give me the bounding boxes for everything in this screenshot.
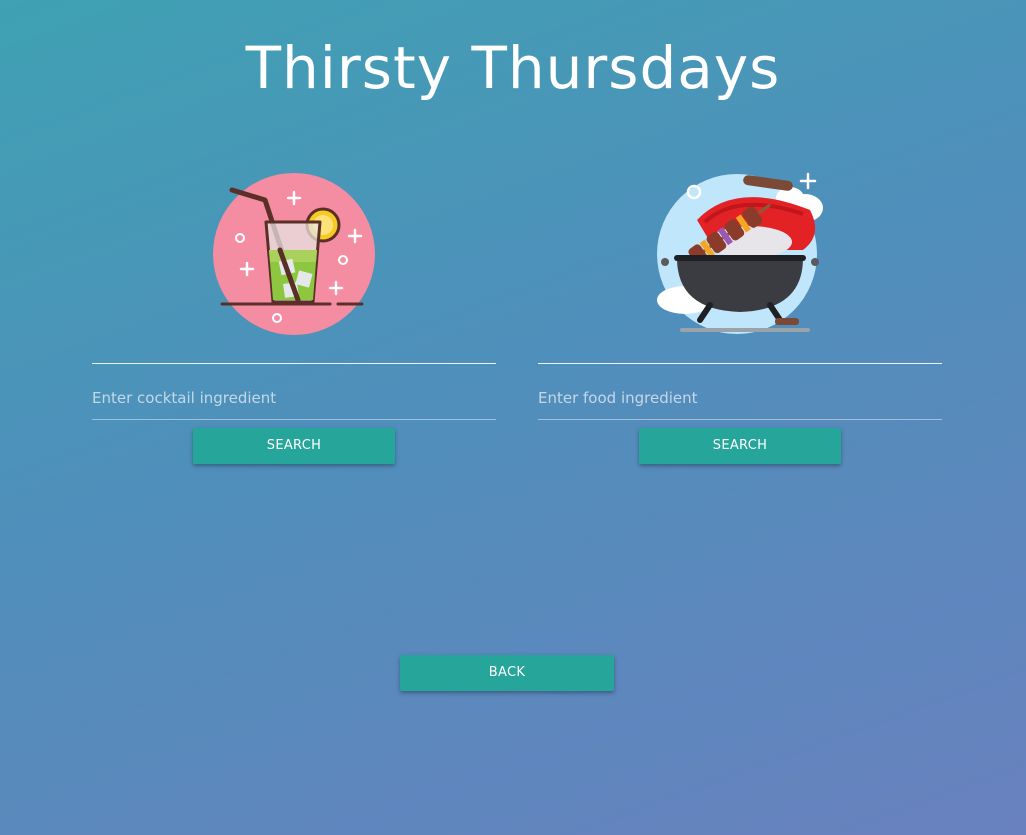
cocktail-icon (210, 170, 380, 340)
cocktail-ingredient-field (92, 386, 496, 420)
grill-icon (655, 170, 825, 340)
cocktail-search-button[interactable]: SEARCH (193, 428, 395, 464)
food-ingredient-field (538, 386, 942, 420)
food-search-button[interactable]: SEARCH (639, 428, 841, 464)
divider (538, 363, 942, 364)
food-search-section: SEARCH (538, 363, 942, 464)
divider (92, 363, 496, 364)
cocktail-ingredient-input[interactable] (92, 386, 496, 410)
page-title: Thirsty Thursdays (245, 34, 781, 102)
cocktail-search-section: SEARCH (92, 363, 496, 464)
back-button[interactable]: BACK (400, 655, 614, 691)
food-ingredient-input[interactable] (538, 386, 942, 410)
